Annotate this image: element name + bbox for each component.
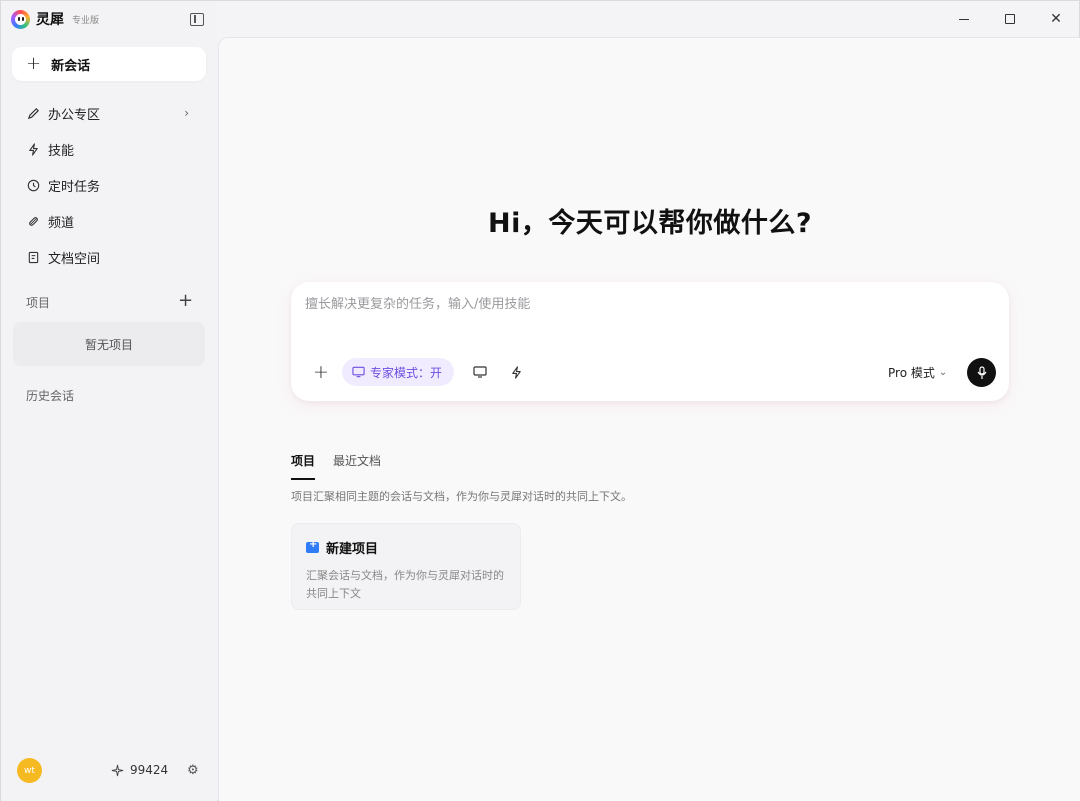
history-section-label: 历史会话 <box>26 389 75 403</box>
document-icon <box>26 250 40 264</box>
credits-value: 99424 <box>130 763 169 777</box>
folder-plus-icon <box>306 539 319 553</box>
clock-icon <box>26 178 40 192</box>
card-description: 汇聚会话与文档，作为你与灵犀对话时的共同上下文 <box>306 569 504 600</box>
main-panel: Hi，今天可以帮你做什么? + 专家模式：开 Pro 模式 ⌄ <box>218 37 1080 801</box>
sidebar: 灵犀 专业版 + 新会话 办公专区 › 技能 定时任务 频道 文档空间 项目 +… <box>1 1 217 801</box>
sidebar-item-office[interactable]: 办公专区 › <box>1 95 217 131</box>
app-window: 灵犀 专业版 + 新会话 办公专区 › 技能 定时任务 频道 文档空间 项目 +… <box>0 0 1080 801</box>
sidebar-toggle-icon[interactable] <box>190 13 204 26</box>
close-icon: ✕ <box>1050 11 1062 27</box>
tab-description: 项目汇聚相同主题的会话与文档，作为你与灵犀对话时的共同上下文。 <box>291 490 632 503</box>
card-title: 新建项目 <box>326 542 379 557</box>
minimize-button[interactable] <box>941 1 987 37</box>
card-header: 新建项目 <box>306 538 506 557</box>
voice-input-button[interactable] <box>967 358 996 387</box>
sidebar-nav: 办公专区 › 技能 定时任务 频道 文档空间 <box>1 95 217 275</box>
maximize-button[interactable] <box>987 1 1033 37</box>
expert-mode-toggle[interactable]: 专家模式：开 <box>342 358 455 386</box>
new-chat-button[interactable]: + 新会话 <box>12 47 206 81</box>
chat-composer: + 专家模式：开 Pro 模式 ⌄ <box>291 282 1009 401</box>
mode-selector-label: Pro 模式 <box>888 366 935 380</box>
sidebar-item-label: 技能 <box>48 143 75 159</box>
close-button[interactable]: ✕ <box>1033 1 1079 37</box>
sidebar-item-label: 办公专区 <box>48 107 101 123</box>
sparkle-icon <box>111 764 124 776</box>
content-tabs: 项目 最近文档 <box>291 452 381 480</box>
app-name: 灵犀 <box>36 12 64 28</box>
lightning-icon <box>511 365 521 379</box>
lightning-icon <box>26 142 40 156</box>
sidebar-item-skills[interactable]: 技能 <box>1 131 217 167</box>
pen-icon <box>26 106 40 120</box>
sidebar-item-channels[interactable]: 频道 <box>1 203 217 239</box>
chevron-down-icon: ⌄ <box>938 367 948 378</box>
screen-button[interactable] <box>466 358 494 386</box>
gear-icon[interactable]: ⚙ <box>187 763 199 778</box>
monitor-icon <box>352 366 365 378</box>
chevron-right-icon: › <box>184 106 189 120</box>
channel-icon <box>26 214 40 228</box>
plus-icon: + <box>313 361 329 383</box>
avatar[interactable]: wt <box>17 758 42 783</box>
sidebar-item-scheduled-tasks[interactable]: 定时任务 <box>1 167 217 203</box>
tab-projects[interactable]: 项目 <box>291 452 316 480</box>
app-logo-icon <box>11 9 30 29</box>
edition-badge: 专业版 <box>72 15 100 26</box>
sidebar-item-label: 频道 <box>48 215 75 231</box>
projects-section-label: 项目 <box>26 296 51 310</box>
monitor-icon <box>473 366 487 378</box>
sidebar-item-label: 文档空间 <box>48 251 101 267</box>
new-project-card[interactable]: 新建项目 汇聚会话与文档，作为你与灵犀对话时的共同上下文 <box>291 523 521 610</box>
brand: 灵犀 专业版 <box>11 9 99 29</box>
microphone-icon <box>977 365 986 379</box>
chat-input[interactable] <box>305 297 985 312</box>
tab-recent-docs[interactable]: 最近文档 <box>333 452 381 480</box>
minimize-icon <box>959 18 969 20</box>
add-project-icon[interactable]: + <box>178 292 193 310</box>
attach-button[interactable]: + <box>307 358 335 386</box>
expert-mode-label: 专家模式：开 <box>370 365 443 380</box>
plus-icon: + <box>26 53 42 74</box>
window-controls: ✕ <box>941 1 1079 37</box>
empty-projects-placeholder: 暂无项目 <box>13 322 205 366</box>
page-title: Hi，今天可以帮你做什么? <box>487 208 812 239</box>
mode-selector[interactable]: Pro 模式 ⌄ <box>888 364 947 381</box>
new-chat-label: 新会话 <box>51 58 91 74</box>
maximize-icon <box>1005 14 1015 24</box>
sidebar-item-label: 定时任务 <box>48 179 101 195</box>
sidebar-item-docs[interactable]: 文档空间 <box>1 239 217 275</box>
credits-display[interactable]: 99424 <box>111 763 168 777</box>
skills-button[interactable] <box>502 358 530 386</box>
